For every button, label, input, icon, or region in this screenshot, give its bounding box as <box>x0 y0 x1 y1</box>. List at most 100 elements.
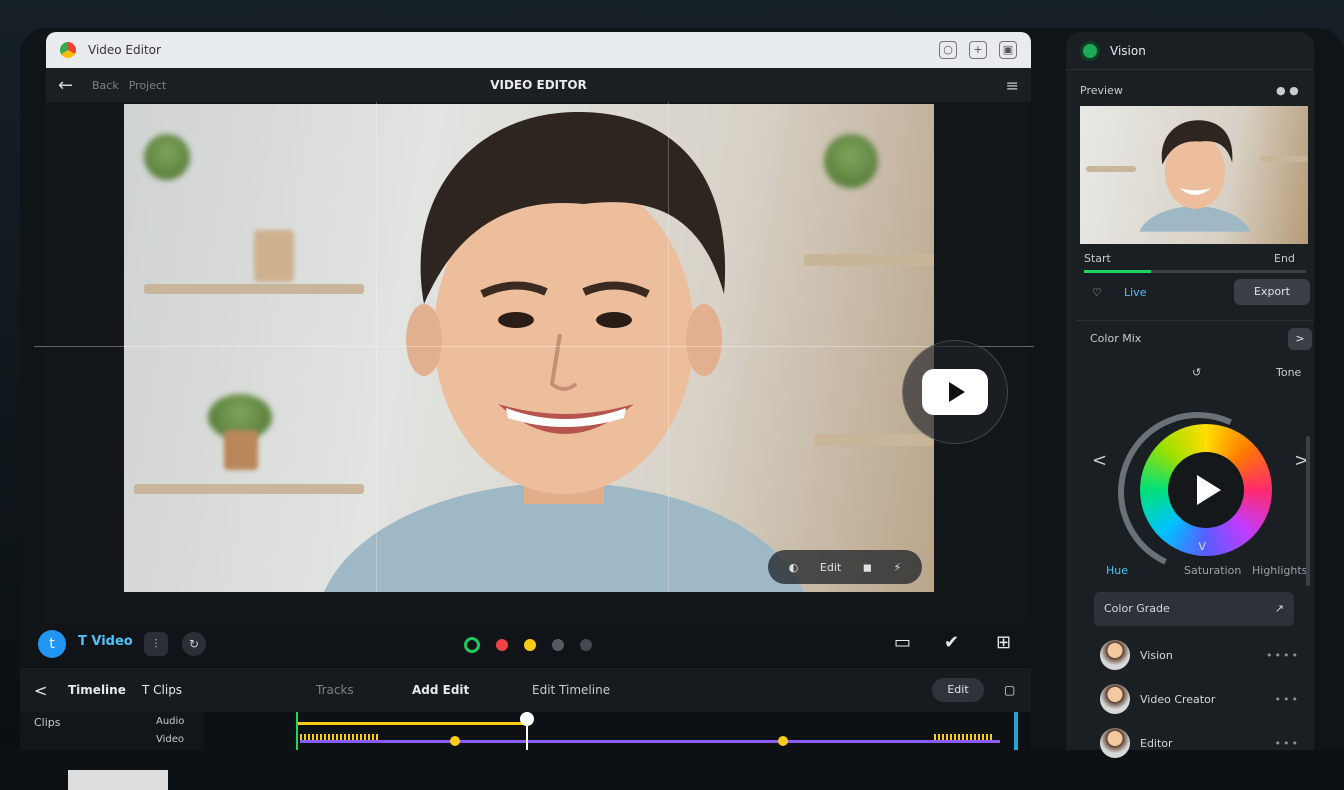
check-icon[interactable]: ✔ <box>944 632 959 653</box>
pill-item[interactable]: ◼ <box>863 561 872 574</box>
clips-label[interactable]: T Clips <box>142 683 182 697</box>
user-name: Editor <box>1140 736 1173 750</box>
preview-section-title: Preview <box>1080 84 1123 97</box>
tool-name[interactable]: T Video <box>78 634 133 649</box>
timeline-label[interactable]: Timeline <box>68 683 126 697</box>
play-button[interactable] <box>902 340 1008 444</box>
tone-label[interactable]: Tone <box>1276 366 1301 379</box>
browser-chrome: Video Editor ○ + ▣ <box>46 32 1031 68</box>
back-arrow-icon[interactable]: ← <box>58 75 82 96</box>
video-preview[interactable] <box>124 104 934 592</box>
folder-icon[interactable]: ▢ <box>1004 683 1015 697</box>
waveform <box>300 734 380 740</box>
menu-icon[interactable]: ≡ <box>1006 76 1019 95</box>
color-swatch-green[interactable] <box>464 637 480 653</box>
pill-item[interactable]: Edit <box>820 561 841 574</box>
video-stage: ◐ Edit ◼ ⚡ <box>34 102 1034 622</box>
timeline-back-icon[interactable]: < <box>34 681 47 700</box>
tab-highlights[interactable]: Highlights <box>1252 564 1307 577</box>
avatar <box>1100 640 1130 670</box>
frame-icon[interactable]: ▭ <box>894 632 911 653</box>
person-thumbnail <box>1139 120 1251 232</box>
timeline-center-label: Add Edit <box>412 683 470 697</box>
more-icon[interactable]: ••• <box>1275 693 1300 706</box>
user-row[interactable]: Vision •••• <box>1100 640 1300 670</box>
keyframe[interactable] <box>778 736 788 746</box>
wheel-reset-icon[interactable]: ↺ <box>1192 366 1201 379</box>
person-illustration <box>324 111 804 592</box>
layout-icon[interactable]: ⊞ <box>996 632 1011 653</box>
track-marker <box>296 712 298 750</box>
color-wheel[interactable] <box>1140 424 1272 556</box>
track-label: Video <box>156 734 185 745</box>
avatar <box>1100 728 1130 758</box>
tab-hue[interactable]: Hue <box>1106 564 1128 577</box>
search-icon[interactable]: ○ <box>939 41 957 59</box>
avatar <box>1100 684 1130 714</box>
right-panel: Vision Preview ● ● Start End ♡ Live Expo… <box>1066 32 1314 758</box>
color-swatch-yellow[interactable] <box>524 639 536 651</box>
timeline-right-label[interactable]: Edit Timeline <box>532 683 610 697</box>
more-icon[interactable]: ••• <box>1275 737 1300 750</box>
color-mix-title: Color Mix <box>1090 332 1142 345</box>
pill-item[interactable]: ◐ <box>789 561 799 574</box>
grid-line-vertical <box>376 102 377 592</box>
user-row[interactable]: Editor ••• <box>1100 728 1300 758</box>
window-icon[interactable]: ▣ <box>999 41 1017 59</box>
video-editor-window: Video Editor ○ + ▣ ← Back Project VIDEO … <box>20 32 1034 790</box>
timeline-header: < Timeline T Clips Tracks Add Edit Edit … <box>20 668 1031 712</box>
playhead-handle[interactable] <box>520 712 534 726</box>
track-end <box>1014 712 1018 750</box>
color-grade-field[interactable]: Color Grade ↗ <box>1094 592 1294 626</box>
time-start: Start <box>1084 252 1111 265</box>
track-label: Audio <box>156 716 185 727</box>
tracks-label[interactable]: Tracks <box>316 683 354 697</box>
wheel-play-icon[interactable] <box>1168 452 1244 528</box>
waveform <box>934 734 994 740</box>
breadcrumb-project[interactable]: Project <box>129 79 167 92</box>
keyframe[interactable] <box>450 736 460 746</box>
more-icon[interactable]: •••• <box>1266 649 1300 662</box>
video-controls-pill: ◐ Edit ◼ ⚡ <box>768 550 922 584</box>
heart-icon[interactable]: ♡ <box>1092 286 1102 299</box>
browser-logo-icon <box>60 42 76 58</box>
tab-saturation[interactable]: Saturation <box>1184 564 1241 577</box>
grid-line-vertical <box>668 102 669 592</box>
user-row[interactable]: Video Creator ••• <box>1100 684 1300 714</box>
chevron-down-icon[interactable]: v <box>1198 538 1206 554</box>
user-name: Vision <box>1140 648 1173 662</box>
panel-name: Vision <box>1110 43 1146 58</box>
status-dot-icon <box>1080 40 1100 61</box>
app-header: ← Back Project VIDEO EDITOR ≡ <box>46 68 1031 102</box>
scrollbar[interactable] <box>1306 436 1310 586</box>
audio-line <box>296 722 526 725</box>
video-line <box>300 740 1000 743</box>
expand-icon[interactable]: ↗ <box>1275 592 1284 626</box>
prev-arrow-icon[interactable]: < <box>1092 450 1107 471</box>
play-icon <box>922 369 988 415</box>
time-end: End <box>1274 252 1295 265</box>
editor-toolbar: t T Video ⫶ ↻ ▭ ✔ ⊞ <box>38 622 1031 668</box>
adjust-icon[interactable]: ⫶ <box>144 632 168 656</box>
color-swatch-dark[interactable] <box>580 639 592 651</box>
timeline-body: Clips Audio Video <box>20 712 1031 790</box>
preview-section-controls[interactable]: ● ● <box>1276 84 1299 97</box>
grid-line-horizontal <box>34 346 1034 347</box>
pill-item[interactable]: ⚡ <box>893 561 901 574</box>
preview-thumbnail[interactable] <box>1080 106 1308 244</box>
user-name: Video Creator <box>1140 692 1216 706</box>
timeline-track[interactable] <box>204 712 1031 750</box>
live-label: Live <box>1124 286 1147 299</box>
next-button[interactable]: > <box>1288 328 1312 350</box>
timeline-edit-button[interactable]: Edit <box>932 678 984 702</box>
color-swatch-red[interactable] <box>496 639 508 651</box>
color-swatch-gray[interactable] <box>552 639 564 651</box>
preview-progress[interactable] <box>1084 270 1306 273</box>
new-tab-button[interactable]: + <box>969 41 987 59</box>
browser-tab-label[interactable]: Video Editor <box>88 43 161 57</box>
tool-badge[interactable]: t <box>38 630 66 658</box>
export-button[interactable]: Export <box>1234 279 1310 305</box>
color-grade-label: Color Grade <box>1104 602 1170 615</box>
rotate-icon[interactable]: ↻ <box>182 632 206 656</box>
breadcrumb-back[interactable]: Back <box>92 79 119 92</box>
